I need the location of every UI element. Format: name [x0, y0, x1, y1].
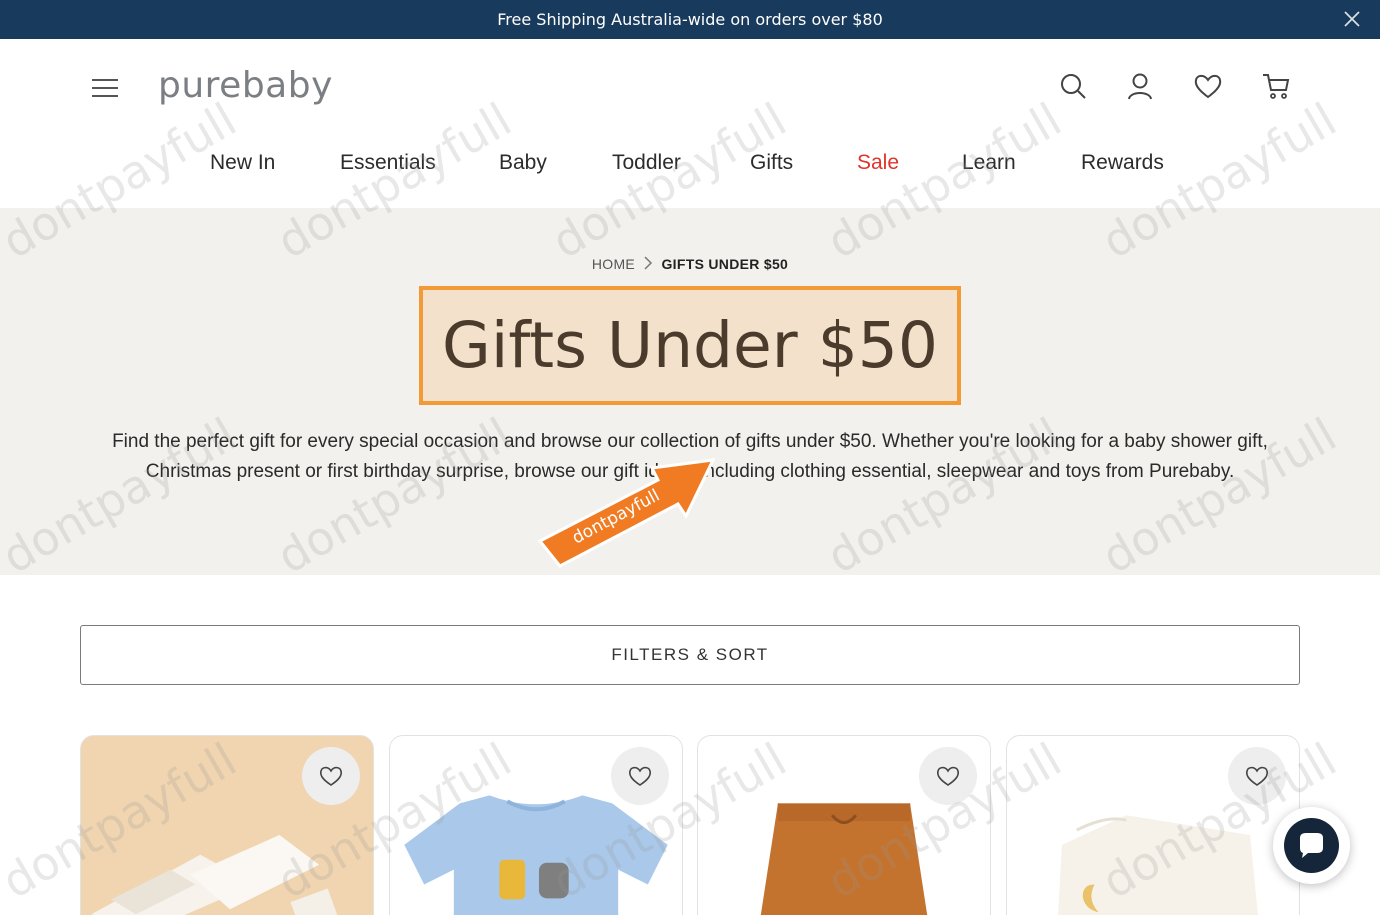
nav-sale[interactable]: Sale — [857, 151, 899, 175]
page-title: Gifts Under $50 — [442, 309, 938, 382]
title-highlight: Gifts Under $50 — [419, 286, 961, 405]
site-header: purebaby New In Essentials Baby Toddler … — [0, 39, 1380, 208]
category-hero: HOME GIFTS UNDER $50 Gifts Under $50 Fin… — [0, 208, 1380, 575]
product-card[interactable] — [389, 735, 683, 915]
wishlist-toggle[interactable] — [611, 747, 669, 805]
chat-launcher[interactable] — [1273, 807, 1350, 884]
heart-icon — [936, 766, 960, 786]
cart-icon[interactable] — [1261, 71, 1291, 101]
nav-baby[interactable]: Baby — [499, 151, 547, 175]
heart-icon — [1245, 766, 1269, 786]
breadcrumb: HOME GIFTS UNDER $50 — [0, 256, 1380, 272]
logo[interactable]: purebaby — [158, 61, 333, 111]
announcement-bar: Free Shipping Australia-wide on orders o… — [0, 0, 1380, 39]
heart-icon — [628, 766, 652, 786]
filters-sort-label: FILTERS & SORT — [611, 645, 769, 664]
nav-learn[interactable]: Learn — [962, 151, 1016, 175]
breadcrumb-home[interactable]: HOME — [592, 256, 635, 272]
menu-icon[interactable] — [92, 77, 120, 101]
annotation-arrow: dontpayfull — [528, 446, 728, 586]
close-icon[interactable] — [1342, 9, 1362, 29]
announcement-text: Free Shipping Australia-wide on orders o… — [497, 10, 883, 29]
wishlist-toggle[interactable] — [302, 747, 360, 805]
product-card[interactable] — [697, 735, 991, 915]
wishlist-icon[interactable] — [1193, 71, 1223, 101]
account-icon[interactable] — [1125, 71, 1155, 101]
chat-icon — [1284, 818, 1339, 873]
search-icon[interactable] — [1058, 71, 1088, 101]
heart-icon — [319, 766, 343, 786]
breadcrumb-current: GIFTS UNDER $50 — [661, 256, 789, 272]
product-card[interactable] — [1006, 735, 1300, 915]
main-nav: New In Essentials Baby Toddler Gifts Sal… — [0, 151, 1380, 191]
nav-essentials[interactable]: Essentials — [340, 151, 436, 175]
wishlist-toggle[interactable] — [919, 747, 977, 805]
nav-toddler[interactable]: Toddler — [612, 151, 681, 175]
wishlist-toggle[interactable] — [1228, 747, 1286, 805]
product-card[interactable] — [80, 735, 374, 915]
nav-rewards[interactable]: Rewards — [1081, 151, 1164, 175]
nav-new-in[interactable]: New In — [210, 151, 275, 175]
chevron-right-icon — [639, 256, 657, 272]
nav-gifts[interactable]: Gifts — [750, 151, 793, 175]
filters-sort-button[interactable]: FILTERS & SORT — [80, 625, 1300, 685]
